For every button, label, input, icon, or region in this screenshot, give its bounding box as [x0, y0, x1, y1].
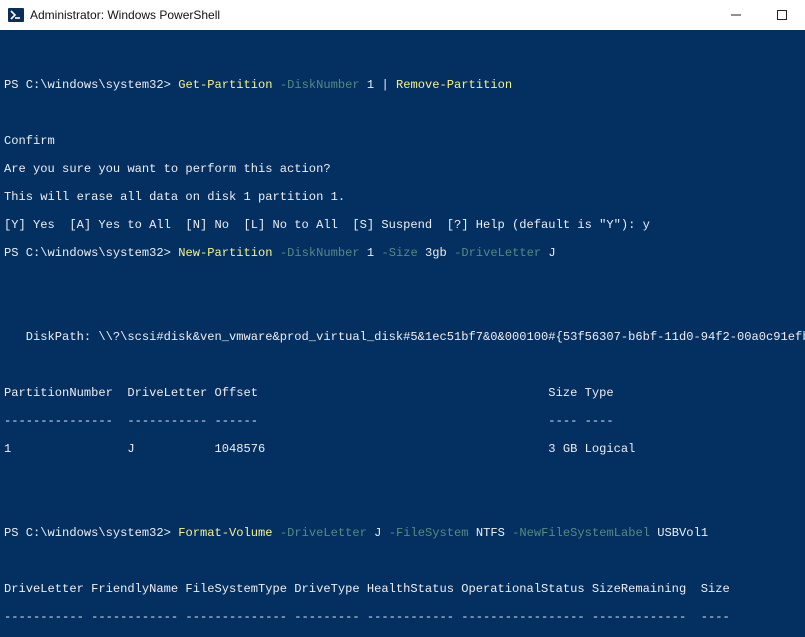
cmd-remove-partition: PS C:\windows\system32> Get-Partition -D…: [4, 78, 801, 92]
disk-path-1: DiskPath: \\?\scsi#disk&ven_vmware&prod_…: [4, 330, 801, 344]
table-header: PartitionNumber DriveLetter Offset Size …: [4, 386, 801, 400]
blank-line: [4, 498, 801, 512]
blank-line: [4, 470, 801, 484]
blank-line: [4, 106, 801, 120]
titlebar[interactable]: Administrator: Windows PowerShell: [0, 0, 805, 30]
table-sep: ----------- ------------ -------------- …: [4, 610, 801, 624]
confirm-detail: This will erase all data on disk 1 parti…: [4, 190, 801, 204]
cmd-format-volume-1: PS C:\windows\system32> Format-Volume -D…: [4, 526, 801, 540]
prompt: PS C:\windows\system32>: [4, 526, 171, 540]
cmdlet: Get-Partition: [178, 78, 272, 92]
arg: 3gb: [425, 246, 447, 260]
arg: NTFS: [476, 526, 505, 540]
blank-line: [4, 358, 801, 372]
window-title: Administrator: Windows PowerShell: [30, 8, 220, 22]
confirm-msg: Are you sure you want to perform this ac…: [4, 162, 801, 176]
cmd-new-partition-1: PS C:\windows\system32> New-Partition -D…: [4, 246, 801, 260]
table-header: DriveLetter FriendlyName FileSystemType …: [4, 582, 801, 596]
param: -DriveLetter: [280, 526, 367, 540]
maximize-button[interactable]: [759, 0, 805, 30]
blank-line: [4, 302, 801, 316]
blank-line: [4, 50, 801, 64]
prompt: PS C:\windows\system32>: [4, 78, 171, 92]
table-sep: --------------- ----------- ------ ---- …: [4, 414, 801, 428]
blank-line: [4, 554, 801, 568]
param: -Size: [381, 246, 417, 260]
cmdlet: Remove-Partition: [396, 78, 512, 92]
cmdlet: Format-Volume: [178, 526, 272, 540]
pipe: |: [381, 78, 388, 92]
param: -FileSystem: [389, 526, 469, 540]
param: -DiskNumber: [280, 246, 360, 260]
blank-line: [4, 274, 801, 288]
terminal-output[interactable]: PS C:\windows\system32> Get-Partition -D…: [0, 30, 805, 637]
prompt: PS C:\windows\system32>: [4, 246, 171, 260]
confirm-title: Confirm: [4, 134, 801, 148]
param: -NewFileSystemLabel: [512, 526, 650, 540]
arg: J: [548, 246, 555, 260]
table-row: 1 J 1048576 3 GB Logical: [4, 442, 801, 456]
arg: USBVol1: [657, 526, 708, 540]
powershell-icon: [8, 7, 24, 23]
minimize-button[interactable]: [713, 0, 759, 30]
confirm-choices: [Y] Yes [A] Yes to All [N] No [L] No to …: [4, 218, 801, 232]
cmdlet: New-Partition: [178, 246, 272, 260]
param: -DriveLetter: [454, 246, 541, 260]
param: -DiskNumber: [280, 78, 360, 92]
